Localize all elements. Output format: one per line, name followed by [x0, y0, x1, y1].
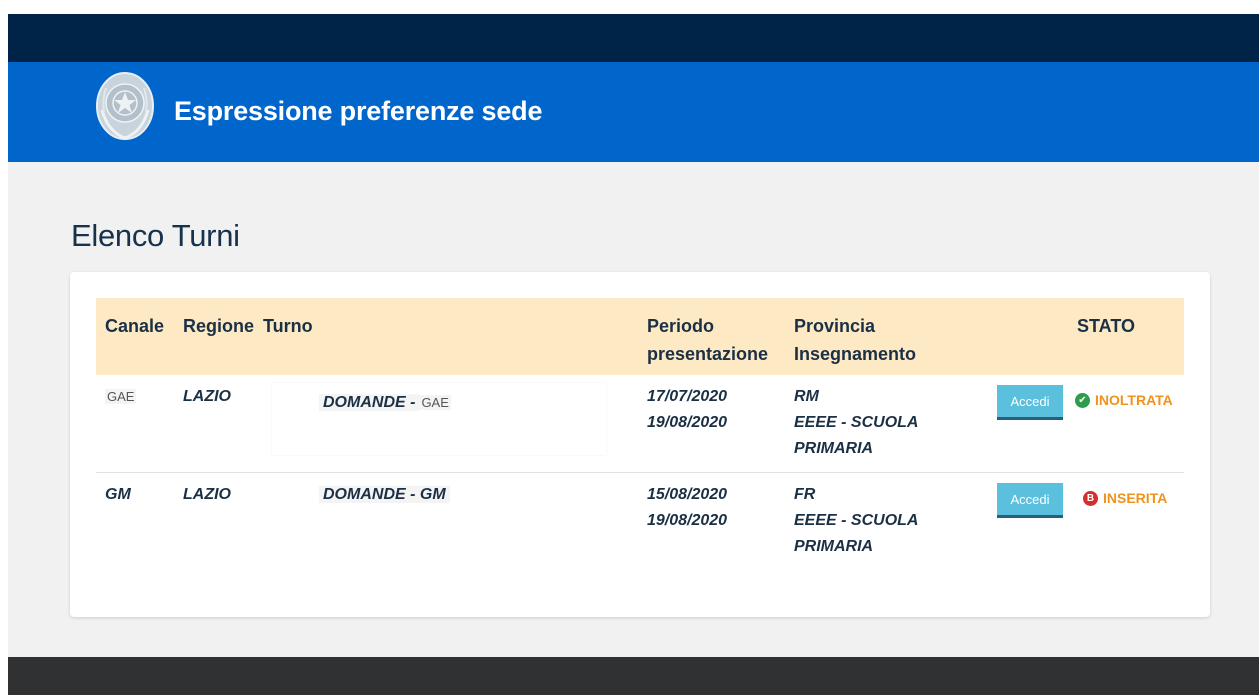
cell-provincia: FR EEEE - SCUOLA PRIMARIA	[794, 482, 918, 560]
cell-regione: LAZIO	[183, 388, 231, 405]
header-turno: Turno	[263, 316, 313, 336]
data-fine: 19/08/2020	[647, 512, 728, 529]
accedi-button[interactable]: Accedi	[997, 385, 1063, 420]
cell-regione: LAZIO	[183, 486, 231, 503]
error-circle-icon: B	[1083, 490, 1098, 506]
provincia-value: RM	[794, 388, 819, 405]
header-canale: Canale	[105, 316, 165, 336]
header-periodo-line1: Periodo	[647, 316, 715, 336]
cell-canale: GAE	[105, 384, 137, 410]
header-regione: Regione	[183, 316, 255, 336]
turno-prefix: DOMANDE -	[319, 394, 420, 411]
turni-table: Canale Regione Turno Periodo presentazio…	[96, 298, 1184, 570]
cell-turno: DOMANDE - GAE	[319, 390, 451, 416]
top-bar	[8, 14, 1259, 62]
cell-canale: GM	[105, 486, 131, 503]
data-inizio: 17/07/2020	[647, 388, 728, 405]
insegnamento-line2: PRIMARIA	[794, 440, 874, 457]
canale-value: GAE	[105, 389, 137, 404]
insegnamento-line2: PRIMARIA	[794, 538, 874, 555]
turno-value: DOMANDE - GM	[319, 486, 450, 503]
header-stato: STATO	[1077, 316, 1135, 336]
footer	[8, 657, 1259, 695]
data-inizio: 15/08/2020	[647, 486, 728, 503]
italian-republic-emblem-icon	[96, 72, 154, 140]
check-circle-icon: ✔	[1075, 392, 1090, 408]
status-label: INSERITA	[1103, 490, 1168, 506]
turni-card: Canale Regione Turno Periodo presentazio…	[70, 272, 1210, 617]
page-title: Elenco Turni	[71, 218, 240, 253]
table-row: GM LAZIO DOMANDE - GM 15/08/2020 19/08/2…	[96, 473, 1184, 570]
header-periodo-line2: presentazione	[647, 344, 769, 364]
header-provincia: Provincia Insegnamento	[794, 312, 916, 368]
accedi-button[interactable]: Accedi	[997, 483, 1063, 518]
cell-provincia: RM EEEE - SCUOLA PRIMARIA	[794, 384, 918, 462]
page: Espressione preferenze sede Elenco Turni…	[0, 0, 1259, 695]
cell-periodo: 17/07/2020 19/08/2020	[647, 384, 727, 436]
cell-periodo: 15/08/2020 19/08/2020	[647, 482, 727, 534]
table-row: GAE LAZIO DOMANDE - GAE 17/07/2020 19/08/…	[96, 375, 1184, 473]
header: Espressione preferenze sede	[8, 62, 1259, 162]
insegnamento-line1: EEEE - SCUOLA	[794, 414, 919, 431]
main-content: Elenco Turni Canale Regione Turno Period…	[8, 162, 1259, 657]
insegnamento-line1: EEEE - SCUOLA	[794, 512, 919, 529]
cell-turno: DOMANDE - GM	[319, 482, 450, 508]
status-label: INOLTRATA	[1095, 392, 1173, 408]
table-header: Canale Regione Turno Periodo presentazio…	[96, 298, 1184, 375]
app-title: Espressione preferenze sede	[174, 96, 543, 126]
turno-suffix: GAE	[419, 395, 451, 410]
data-fine: 19/08/2020	[647, 414, 728, 431]
provincia-value: FR	[794, 486, 816, 503]
header-provincia-line1: Provincia	[794, 316, 876, 336]
status-badge: B INSERITA	[1083, 490, 1167, 506]
header-provincia-line2: Insegnamento	[794, 344, 917, 364]
status-badge: ✔ INOLTRATA	[1075, 392, 1173, 408]
header-periodo: Periodo presentazione	[647, 312, 768, 368]
